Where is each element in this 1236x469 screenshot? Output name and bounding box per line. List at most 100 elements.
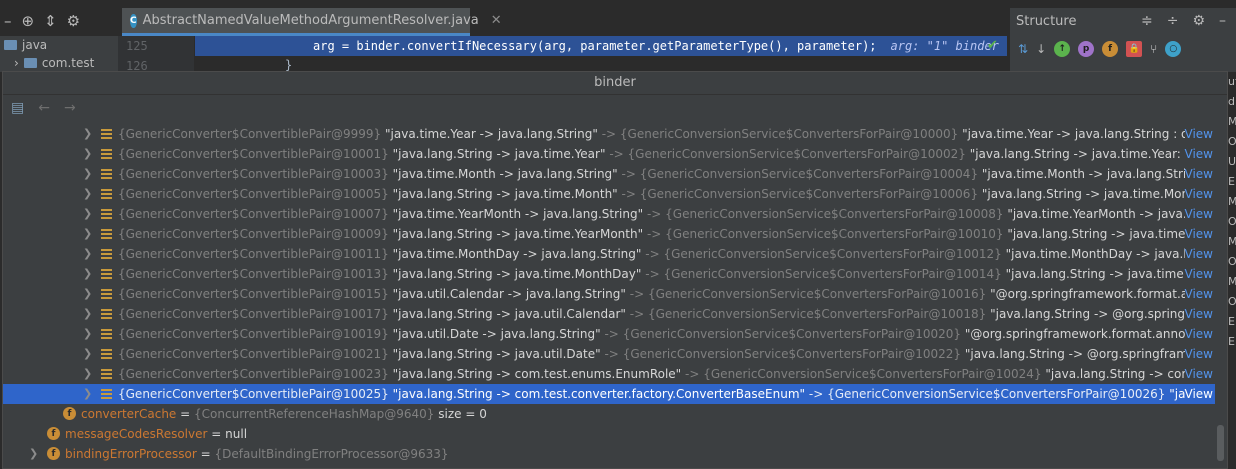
field-extra: null (225, 427, 248, 441)
hierarchy-icon[interactable]: ⑂ (1150, 42, 1157, 56)
pair-id: {GenericConverter$ConvertiblePair@10015} (118, 287, 389, 301)
project-tree: java › com.test (0, 36, 118, 72)
chevron-right-icon[interactable]: ❯ (83, 344, 92, 364)
view-link[interactable]: View (1185, 204, 1213, 224)
pair-key: "java.time.YearMonth -> java.lang.String… (392, 207, 644, 221)
view-link[interactable]: View (1185, 384, 1213, 404)
converters-value: "java.lang.Stri (1169, 387, 1185, 401)
evaluate-icon[interactable]: ▤ (11, 100, 24, 116)
properties-icon[interactable]: p (1078, 41, 1095, 57)
anonymous-icon[interactable]: ○ (1165, 41, 1182, 57)
map-entry-row[interactable]: ❯ {GenericConverter$ConvertiblePair@10025… (3, 384, 1215, 404)
converters-id: {GenericConversionService$ConvertersForP… (619, 127, 959, 141)
pair-key: "java.lang.String -> com.test.enums.Enum… (392, 367, 682, 381)
chevron-right-icon[interactable]: ❯ (83, 224, 92, 244)
chevron-right-icon[interactable]: ❯ (83, 284, 92, 304)
converters-id: {GenericConversionService$ConvertersForP… (622, 347, 962, 361)
collapse-icon[interactable]: ⇕ (44, 12, 57, 30)
pair-key: "java.lang.String -> java.time.MonthDay" (392, 267, 642, 281)
pair-id: {GenericConverter$ConvertiblePair@10023} (118, 367, 389, 381)
fields-icon[interactable]: f (1102, 41, 1119, 57)
map-entry-row[interactable]: ❯ {GenericConverter$ConvertiblePair@9999}… (3, 124, 1215, 144)
chevron-right-icon[interactable]: ❯ (83, 324, 92, 344)
popup-toolbar: ▤ ← → (3, 95, 1227, 121)
current-code-line[interactable]: arg = binder.convertIfNecessary(arg, par… (195, 36, 1007, 56)
chevron-right-icon[interactable]: ❯ (83, 384, 92, 404)
entry-text: {GenericConverter$ConvertiblePair@10015}… (118, 284, 1185, 304)
back-arrow-icon[interactable]: ← (38, 100, 50, 116)
crosshair-icon[interactable]: ⊕ (22, 12, 35, 30)
sort-alpha-icon[interactable]: ↓ (1036, 42, 1046, 56)
non-public-icon[interactable]: 🔒 (1126, 41, 1143, 57)
map-entry-row[interactable]: ❯ {GenericConverter$ConvertiblePair@10019… (3, 324, 1215, 344)
chevron-right-icon[interactable]: ❯ (83, 264, 92, 284)
editor-toolbar: – ⊕ ⇕ ⚙ (0, 7, 124, 35)
map-entry-row[interactable]: ❯ {GenericConverter$ConvertiblePair@10013… (3, 264, 1215, 284)
view-link[interactable]: View (1185, 284, 1213, 304)
chevron-right-icon[interactable]: ❯ (83, 184, 92, 204)
map-entry-row[interactable]: ❯ {GenericConverter$ConvertiblePair@10023… (3, 364, 1215, 384)
view-link[interactable]: View (1185, 344, 1213, 364)
chevron-right-icon[interactable]: ❯ (83, 164, 92, 184)
map-entry-row[interactable]: ❯ {GenericConverter$ConvertiblePair@10003… (3, 164, 1215, 184)
forward-arrow-icon[interactable]: → (64, 100, 76, 116)
field-row[interactable]: f messageCodesResolver = null (3, 424, 1215, 444)
arrow-text: -> (629, 307, 645, 321)
collapse-all-icon[interactable]: ÷ (1167, 13, 1179, 29)
field-type: {DefaultBindingErrorProcessor@9633} (214, 447, 449, 461)
map-entry-row[interactable]: ❯ {GenericConverter$ConvertiblePair@10011… (3, 244, 1215, 264)
field-icon: f (47, 427, 60, 440)
field-row[interactable]: ❯ f bindingErrorProcessor = {DefaultBindin… (3, 444, 1215, 464)
view-link[interactable]: View (1185, 264, 1213, 284)
map-entry-row[interactable]: ❯ {GenericConverter$ConvertiblePair@10007… (3, 204, 1215, 224)
minus-icon[interactable]: – (4, 12, 12, 30)
tree-node-java[interactable]: java (0, 36, 118, 54)
view-link[interactable]: View (1185, 244, 1213, 264)
map-entry-row[interactable]: ❯ {GenericConverter$ConvertiblePair@10005… (3, 184, 1215, 204)
scrollbar[interactable] (1217, 425, 1224, 461)
pair-id: {GenericConverter$ConvertiblePair@9999} (118, 127, 382, 141)
minimize-icon[interactable]: – (1219, 13, 1226, 29)
entry-icon (101, 249, 112, 259)
view-link[interactable]: View (1185, 224, 1213, 244)
view-link[interactable]: View (1185, 324, 1213, 344)
close-icon[interactable]: ✕ (491, 13, 502, 28)
chevron-right-icon[interactable]: ❯ (83, 304, 92, 324)
view-link[interactable]: View (1185, 364, 1213, 384)
map-entry-row[interactable]: ❯ {GenericConverter$ConvertiblePair@10017… (3, 304, 1215, 324)
field-row[interactable]: f converterCache = {ConcurrentReferenceHa… (3, 404, 1215, 424)
chevron-right-icon[interactable]: ❯ (83, 364, 92, 384)
view-link[interactable]: View (1185, 144, 1213, 164)
view-link[interactable]: View (1185, 304, 1213, 324)
arrow-text: -> (645, 247, 660, 261)
chevron-right-icon[interactable]: ❯ (83, 144, 92, 164)
editor-tab[interactable]: C AbstractNamedValueMethodArgumentResolv… (122, 8, 502, 36)
tree-node-com-test[interactable]: › com.test (0, 54, 118, 72)
arrow-text: -> (685, 367, 700, 381)
inherited-icon[interactable]: ↑ (1054, 41, 1071, 57)
pair-id: {GenericConverter$ConvertiblePair@10017} (118, 307, 389, 321)
chevron-right-icon[interactable]: ❯ (29, 444, 38, 464)
chevron-right-icon[interactable]: ❯ (83, 204, 92, 224)
view-link[interactable]: View (1185, 164, 1213, 184)
expand-all-icon[interactable]: ≑ (1141, 13, 1153, 29)
chevron-right-icon[interactable]: ❯ (83, 244, 92, 264)
map-entry-row[interactable]: ❯ {GenericConverter$ConvertiblePair@10009… (3, 224, 1215, 244)
map-entry-row[interactable]: ❯ {GenericConverter$ConvertiblePair@10001… (3, 144, 1215, 164)
pair-id: {GenericConverter$ConvertiblePair@10019} (118, 327, 389, 341)
arrow-text: -> (645, 267, 660, 281)
chevron-right-icon[interactable]: ❯ (83, 124, 92, 144)
arrow-text: -> (621, 167, 636, 181)
sort-type-icon[interactable]: ⇅ (1018, 42, 1028, 56)
map-entry-row[interactable]: ❯ {GenericConverter$ConvertiblePair@10015… (3, 284, 1215, 304)
edge-text: M (1228, 195, 1236, 208)
view-link[interactable]: View (1185, 124, 1213, 144)
gear-icon[interactable]: ⚙ (67, 12, 80, 30)
map-entry-row[interactable]: ❯ {GenericConverter$ConvertiblePair@10021… (3, 344, 1215, 364)
folder-icon (4, 40, 17, 50)
pair-id: {GenericConverter$ConvertiblePair@10003} (118, 167, 389, 181)
converters-id: {GenericConversionService$ConvertersForP… (663, 247, 1002, 261)
gear-icon[interactable]: ⚙ (1192, 13, 1205, 29)
converters-value: "java.time.Month -> java.lang.String : o… (981, 167, 1185, 181)
view-link[interactable]: View (1185, 184, 1213, 204)
